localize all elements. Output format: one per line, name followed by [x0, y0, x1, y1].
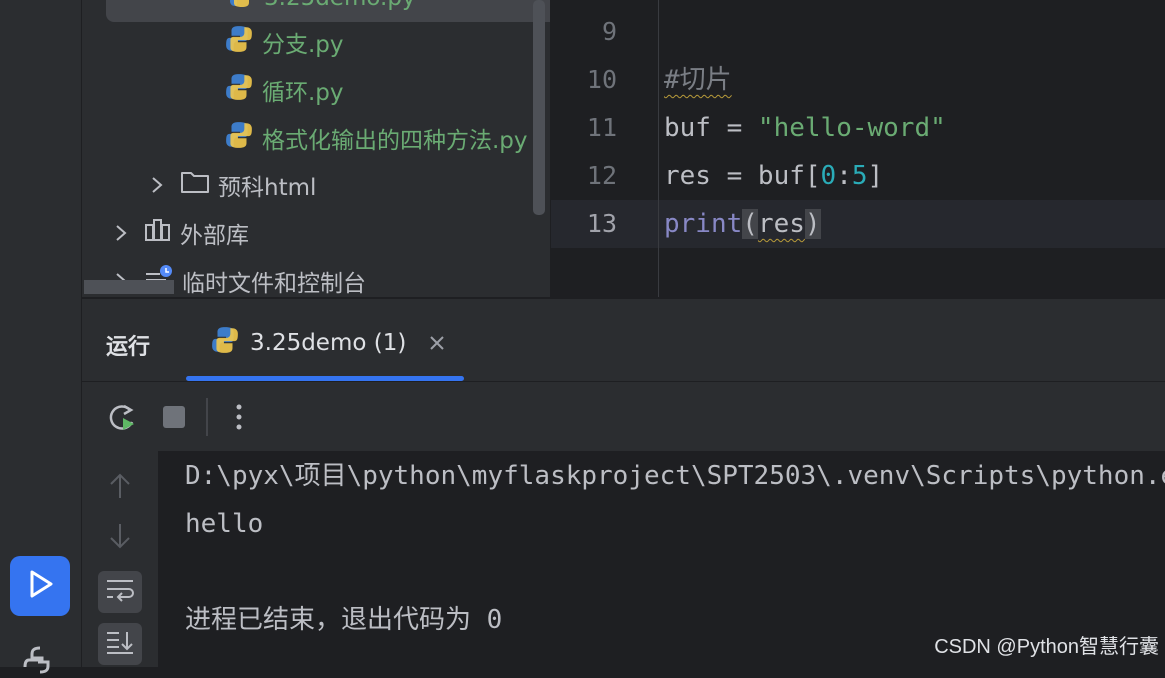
python-icon — [22, 646, 58, 678]
tree-item-yukehtml[interactable]: 预科html — [142, 161, 316, 209]
python-file-icon — [224, 24, 254, 60]
scroll-down-button[interactable] — [98, 517, 142, 559]
tree-item-external-libraries[interactable]: 外部库 — [106, 209, 249, 257]
line-number: 10 — [586, 65, 617, 94]
line-number: 9 — [601, 17, 617, 46]
stop-icon[interactable] — [162, 405, 186, 433]
code-text: res = buf[ — [664, 161, 821, 191]
line-number: 12 — [586, 161, 617, 190]
code-text: buf = — [664, 113, 758, 143]
library-icon — [144, 217, 172, 249]
code-line-11: buf = "hello-word" — [664, 104, 946, 152]
code-brace: ) — [804, 209, 821, 239]
python-file-icon — [224, 72, 254, 108]
tree-item-xunhuan[interactable]: 循环.py — [224, 66, 344, 114]
close-icon[interactable] — [428, 334, 446, 352]
tree-item-label: 外部库 — [180, 223, 249, 249]
toolbar-separator — [206, 398, 208, 436]
tree-item-label: 分支.py — [262, 32, 344, 58]
project-tree: 3.25demo.py 分支.py 循环.py 格式化输出的四种方法.py 预科… — [82, 0, 550, 297]
code-text: ] — [867, 161, 884, 191]
code-line-12: res = buf[0:5] — [664, 152, 883, 200]
code-builtin: print — [664, 209, 743, 239]
watermark: CSDN @Python智慧行囊 — [934, 636, 1159, 658]
code-comment: #切片 — [664, 65, 732, 95]
console-line-output: hello — [185, 509, 264, 539]
tree-item-label: 临时文件和控制台 — [182, 271, 366, 297]
soft-wrap-button[interactable] — [98, 571, 142, 613]
code-editor[interactable]: 9 10 11 12 13 #切片 buf = "hello-word" res… — [551, 0, 1165, 297]
folder-icon — [180, 169, 210, 201]
run-icon — [23, 567, 57, 605]
tree-item-label: 循环.py — [262, 80, 344, 106]
tree-item-fenzhi[interactable]: 分支.py — [224, 18, 344, 66]
run-tool-window-header: 运行 3.25demo (1) — [82, 298, 1165, 381]
run-tab-label: 3.25demo (1) — [250, 330, 407, 356]
code-text: res — [757, 209, 805, 239]
code-number: 5 — [851, 161, 868, 191]
gutter-divider — [658, 0, 659, 297]
tree-item-label: 预科html — [218, 175, 317, 201]
current-line-highlight — [551, 200, 1165, 248]
console-line-command: D:\pyx\项目\python\myflaskproject\SPT2503\… — [185, 461, 1165, 491]
code-line-13: print(res) — [664, 200, 821, 248]
tree-item-label: 格式化输出的四种方法.py — [262, 128, 528, 154]
tool-window-strip — [0, 0, 82, 674]
run-panel-title: 运行 — [106, 335, 151, 360]
up-arrow-icon — [108, 472, 132, 504]
python-icon — [210, 325, 240, 361]
tree-item-geshihua[interactable]: 格式化输出的四种方法.py — [224, 114, 528, 162]
tree-item-label: 3.25demo.py — [264, 0, 416, 11]
scroll-to-end-icon — [105, 629, 135, 659]
python-file-icon — [224, 120, 254, 156]
line-number-current: 13 — [586, 209, 617, 238]
chevron-right-icon[interactable] — [142, 175, 172, 195]
tree-vertical-scrollbar[interactable] — [533, 0, 545, 215]
code-string: "hello-word" — [757, 113, 946, 143]
console-line-exit: 进程已结束，退出代码为 0 — [185, 605, 503, 635]
python-console-button[interactable] — [22, 644, 58, 674]
run-tab[interactable]: 3.25demo (1) — [210, 325, 446, 361]
scroll-to-end-button[interactable] — [98, 623, 142, 665]
code-line-10: #切片 — [664, 56, 732, 104]
code-brace: ( — [742, 209, 758, 239]
chevron-right-icon[interactable] — [106, 223, 136, 243]
python-file-icon — [228, 0, 256, 15]
run-tool-button[interactable] — [10, 556, 70, 616]
soft-wrap-icon — [105, 577, 135, 607]
code-text: : — [836, 161, 852, 191]
tree-horizontal-scrollbar[interactable] — [84, 280, 174, 294]
line-number: 11 — [586, 113, 617, 142]
down-arrow-icon — [108, 522, 132, 554]
code-number: 0 — [820, 161, 837, 191]
console-side-toolbar — [82, 451, 158, 667]
run-toolbar — [82, 381, 1165, 452]
more-icon[interactable] — [234, 402, 244, 436]
scroll-up-button[interactable] — [98, 467, 142, 509]
rerun-icon[interactable] — [106, 402, 138, 438]
